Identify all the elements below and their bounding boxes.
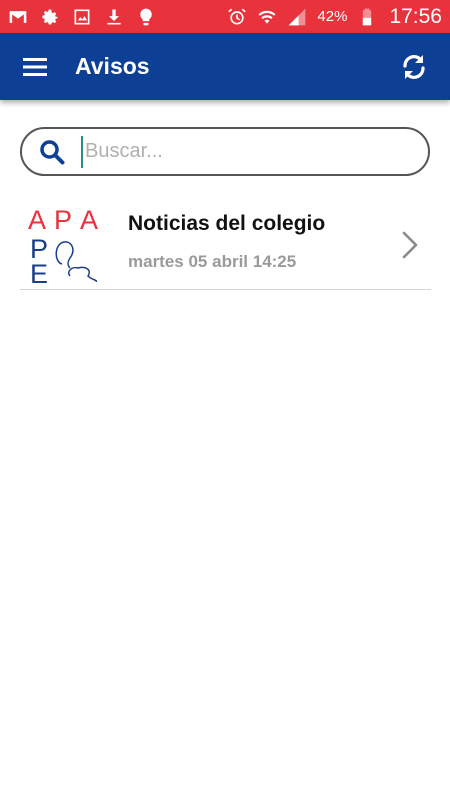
gmail-icon bbox=[8, 7, 28, 27]
list-item-title: Noticias del colegio bbox=[128, 212, 326, 235]
signal-icon bbox=[287, 7, 307, 27]
logo-letter: E bbox=[30, 259, 49, 289]
alarm-icon bbox=[227, 7, 247, 27]
logo-letter: A bbox=[80, 205, 99, 235]
search-icon bbox=[39, 139, 65, 165]
status-system: 42% 17:56 bbox=[227, 5, 442, 29]
wifi-icon bbox=[257, 7, 277, 27]
chevron-right-icon bbox=[402, 231, 418, 259]
battery-percent: 42% bbox=[317, 8, 348, 25]
page-title: Avisos bbox=[75, 53, 150, 79]
refresh-button[interactable] bbox=[398, 51, 430, 83]
battery-icon bbox=[357, 7, 377, 27]
status-bar: 42% 17:56 bbox=[0, 0, 450, 33]
list-item[interactable]: A P A P E Noticias del colegio martes 05… bbox=[20, 200, 431, 290]
refresh-icon bbox=[403, 54, 425, 79]
status-clock: 17:56 bbox=[389, 4, 442, 28]
logo-letter: P bbox=[54, 205, 73, 235]
logo-letter: A bbox=[28, 205, 47, 235]
menu-button[interactable] bbox=[20, 52, 50, 82]
list-item-text: Noticias del colegio martes 05 abril 14:… bbox=[128, 212, 325, 272]
search-input[interactable] bbox=[81, 135, 401, 168]
image-icon bbox=[72, 7, 92, 27]
apa-logo: A P A P E bbox=[26, 204, 106, 289]
list-item-date: martes 05 abril 14:25 bbox=[128, 252, 297, 271]
menu-icon bbox=[23, 57, 47, 76]
lightbulb-icon bbox=[136, 7, 156, 27]
status-notifications bbox=[8, 7, 156, 27]
logo-figures-icon bbox=[55, 241, 98, 282]
app-bar: Avisos bbox=[0, 33, 450, 100]
settings-icon bbox=[40, 7, 60, 27]
search-bar bbox=[20, 127, 430, 176]
download-icon bbox=[104, 7, 124, 27]
